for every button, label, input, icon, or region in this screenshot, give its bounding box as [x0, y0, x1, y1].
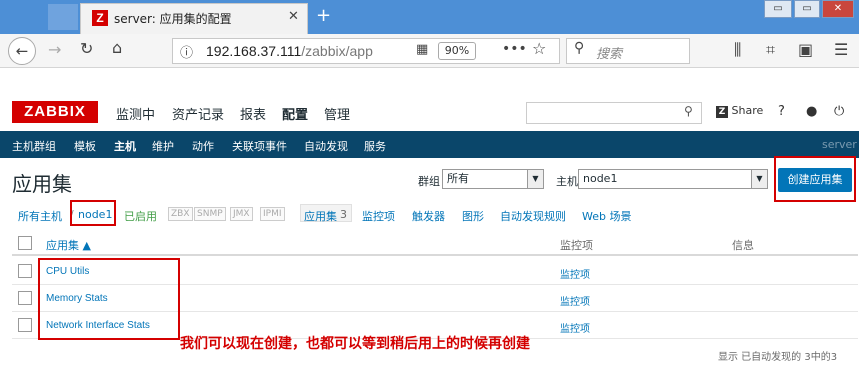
zoom-level[interactable]: 90%: [438, 42, 476, 60]
host-select[interactable]: node1 ▼: [578, 169, 768, 189]
bookmark-star-icon[interactable]: ☆: [532, 39, 546, 58]
more-actions-icon[interactable]: •••: [502, 41, 527, 57]
snmp-badge: SNMP: [194, 207, 226, 221]
host-value: node1: [583, 172, 618, 185]
zabbix-search-input[interactable]: [526, 102, 702, 124]
sidebar-icon[interactable]: ▣: [798, 40, 813, 59]
jmx-badge: JMX: [230, 207, 253, 221]
zabbix-logo[interactable]: ZABBIX: [12, 101, 98, 123]
submenu-templates[interactable]: 模板: [74, 138, 96, 154]
qr-code-icon[interactable]: ▦: [416, 42, 428, 57]
minimize-icon[interactable]: ▭: [764, 0, 792, 18]
site-info-icon[interactable]: ⓘ: [180, 42, 193, 61]
table-footer: 显示 已自动发现的 3中的3: [718, 352, 838, 363]
browser-tab-translate[interactable]: [48, 4, 78, 30]
library-icon[interactable]: ⫼: [734, 40, 741, 60]
submenu-host-groups[interactable]: 主机群组: [12, 138, 56, 154]
row-checkbox[interactable]: [18, 291, 32, 305]
items-link[interactable]: 监控项: [560, 320, 590, 335]
url-text: 192.168.37.111/zabbix/app: [206, 43, 373, 59]
column-header-info: 信息: [732, 239, 754, 252]
select-all-checkbox[interactable]: [18, 236, 32, 250]
menu-administration[interactable]: 管理: [324, 104, 350, 123]
share-icon: Z: [716, 106, 728, 118]
menu-icon[interactable]: ☰: [834, 40, 848, 59]
menu-monitoring[interactable]: 监测中: [116, 104, 155, 123]
search-icon: ⚲: [574, 40, 585, 56]
user-icon[interactable]: ●: [806, 104, 817, 119]
page-title: 应用集: [12, 172, 72, 196]
highlight-applications: [38, 258, 180, 340]
status-enabled[interactable]: 已启用: [124, 208, 157, 224]
browser-search-input[interactable]: [566, 38, 690, 64]
highlight-create-button: [774, 156, 856, 202]
submenu-hosts[interactable]: 主机: [114, 138, 136, 154]
zabbix-search-icon[interactable]: ⚲: [684, 104, 693, 118]
column-header-name[interactable]: 应用集 ▲: [46, 237, 91, 253]
menu-reports[interactable]: 报表: [240, 104, 266, 123]
all-hosts-link[interactable]: 所有主机: [18, 208, 62, 224]
group-select[interactable]: 所有 ▼: [442, 169, 544, 189]
screen: Z server: 应用集的配置 ✕ + ▭ ▭ ✕ ← → ↻ ⌂ ⓘ 192…: [0, 0, 859, 365]
search-placeholder: 搜索: [596, 47, 623, 62]
url-host: 192.168.37.111: [206, 43, 302, 59]
applications-link[interactable]: 应用集: [304, 208, 337, 224]
submenu-actions[interactable]: 动作: [192, 138, 214, 154]
zabbix-favicon-icon: Z: [92, 10, 108, 26]
items-link[interactable]: 监控项: [560, 293, 590, 308]
items-link[interactable]: 监控项: [560, 266, 590, 281]
discovery-rules-link[interactable]: 自动发现规则: [500, 208, 566, 224]
submenu-discovery[interactable]: 自动发现: [304, 138, 348, 154]
back-arrow-icon[interactable]: ←: [8, 37, 36, 65]
tab-title: server: 应用集的配置: [114, 12, 232, 26]
items-link[interactable]: 监控项: [362, 208, 395, 224]
reload-icon[interactable]: ↻: [80, 39, 93, 58]
maximize-icon[interactable]: ▭: [794, 0, 820, 18]
group-label: 群组: [418, 175, 440, 188]
share-label: Share: [731, 104, 764, 117]
share-link[interactable]: Z Share: [716, 104, 763, 118]
menu-inventory[interactable]: 资产记录: [172, 104, 224, 123]
home-icon[interactable]: ⌂: [112, 38, 122, 57]
chevron-down-icon: ▼: [751, 170, 767, 188]
new-tab-icon[interactable]: +: [316, 5, 331, 26]
url-path: /zabbix/app: [301, 43, 373, 59]
group-value: 所有: [447, 172, 469, 185]
server-name: server: [822, 138, 857, 151]
chevron-down-icon: ▼: [527, 170, 543, 188]
host-label: 主机: [556, 175, 578, 188]
logout-icon[interactable]: ⏻: [834, 104, 844, 119]
submenu-maintenance[interactable]: 维护: [152, 138, 174, 154]
ipmi-badge: IPMI: [260, 207, 285, 221]
forward-arrow-icon[interactable]: →: [48, 40, 61, 59]
submenu-services[interactable]: 服务: [364, 138, 386, 154]
highlight-host: [70, 200, 116, 226]
annotation-text: 我们可以现在创建，也都可以等到稍后用上的时候再创建: [180, 336, 530, 352]
column-header-items: 监控项: [560, 239, 593, 252]
zbx-badge: ZBX: [168, 207, 193, 221]
menu-configuration[interactable]: 配置: [282, 104, 308, 123]
triggers-link[interactable]: 触发器: [412, 208, 445, 224]
submenu-correlation[interactable]: 关联项事件: [232, 138, 287, 154]
help-icon[interactable]: ?: [778, 104, 785, 119]
window-controls: ▭ ▭ ✕: [764, 0, 854, 18]
graphs-link[interactable]: 图形: [462, 208, 484, 224]
row-checkbox[interactable]: [18, 318, 32, 332]
applications-count: 3: [340, 208, 347, 221]
screenshot-icon[interactable]: ⌗: [766, 40, 775, 60]
close-window-icon[interactable]: ✕: [822, 0, 854, 18]
row-checkbox[interactable]: [18, 264, 32, 278]
web-scenarios-link[interactable]: Web 场景: [582, 208, 631, 224]
tab-close-icon[interactable]: ✕: [288, 9, 299, 24]
